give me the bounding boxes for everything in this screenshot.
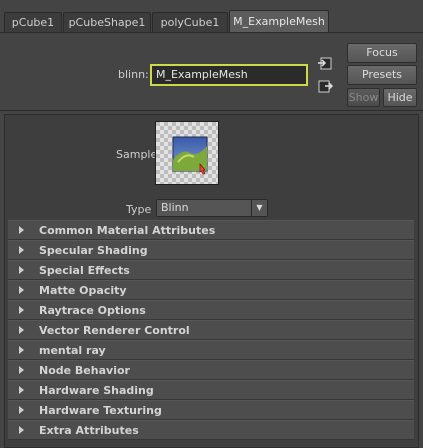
expand-arrow-icon xyxy=(19,226,24,234)
section-extra-attributes[interactable]: Extra Attributes xyxy=(8,420,414,440)
section-common-material-attributes[interactable]: Common Material Attributes xyxy=(8,220,414,240)
input-connections-icon[interactable] xyxy=(317,56,333,72)
expand-arrow-icon xyxy=(19,406,24,414)
section-hardware-texturing[interactable]: Hardware Texturing xyxy=(8,400,414,420)
tab-m-examplemesh[interactable]: M_ExampleMesh xyxy=(229,10,329,33)
expand-arrow-icon xyxy=(19,366,24,374)
section-label: Extra Attributes xyxy=(39,424,139,437)
hide-button[interactable]: Hide xyxy=(383,88,417,107)
section-matte-opacity[interactable]: Matte Opacity xyxy=(8,280,414,300)
section-label: Common Material Attributes xyxy=(39,224,216,237)
type-label: Type xyxy=(126,203,152,216)
section-label: Node Behavior xyxy=(39,364,130,377)
expand-arrow-icon xyxy=(19,246,24,254)
section-raytrace-options[interactable]: Raytrace Options xyxy=(8,300,414,320)
output-connections-icon[interactable] xyxy=(317,79,334,95)
material-type-label: blinn: xyxy=(118,68,149,81)
section-label: Hardware Shading xyxy=(39,384,154,397)
expand-arrow-icon xyxy=(19,326,24,334)
type-dropdown[interactable]: Blinn ▼ xyxy=(156,199,268,217)
tab-pcube1[interactable]: pCube1 xyxy=(4,12,62,32)
tab-pcubeshape1[interactable]: pCubeShape1 xyxy=(63,12,151,32)
expand-arrow-icon xyxy=(19,386,24,394)
expand-arrow-icon xyxy=(19,426,24,434)
section-vector-renderer-control[interactable]: Vector Renderer Control xyxy=(8,320,414,340)
chevron-down-icon: ▼ xyxy=(251,200,267,216)
section-node-behavior[interactable]: Node Behavior xyxy=(8,360,414,380)
tab-polycube1[interactable]: polyCube1 xyxy=(152,12,228,32)
section-label: Raytrace Options xyxy=(39,304,146,317)
sample-label: Sample xyxy=(116,148,158,161)
material-name-field[interactable]: M_ExampleMesh xyxy=(150,64,308,86)
section-hardware-shading[interactable]: Hardware Shading xyxy=(8,380,414,400)
material-sample-swatch[interactable] xyxy=(155,121,219,185)
section-mental-ray[interactable]: mental ray xyxy=(8,340,414,360)
section-label: Vector Renderer Control xyxy=(39,324,190,337)
section-specular-shading[interactable]: Specular Shading xyxy=(8,240,414,260)
expand-arrow-icon xyxy=(19,286,24,294)
section-label: mental ray xyxy=(39,344,106,357)
section-label: Specular Shading xyxy=(39,244,148,257)
tab-divider xyxy=(0,32,423,33)
swatch-image xyxy=(156,122,218,184)
section-label: Hardware Texturing xyxy=(39,404,162,417)
expand-arrow-icon xyxy=(19,346,24,354)
focus-button[interactable]: Focus xyxy=(347,43,417,63)
tab-bar: pCube1 pCubeShape1 polyCube1 M_ExampleMe… xyxy=(0,0,423,34)
section-label: Special Effects xyxy=(39,264,130,277)
type-dropdown-value: Blinn xyxy=(161,201,189,214)
attribute-sections: Common Material Attributes Specular Shad… xyxy=(8,220,414,440)
section-special-effects[interactable]: Special Effects xyxy=(8,260,414,280)
header-separator xyxy=(0,110,423,111)
expand-arrow-icon xyxy=(19,266,24,274)
expand-arrow-icon xyxy=(19,306,24,314)
section-label: Matte Opacity xyxy=(39,284,127,297)
presets-button[interactable]: Presets xyxy=(347,65,417,85)
show-button[interactable]: Show xyxy=(347,88,380,107)
